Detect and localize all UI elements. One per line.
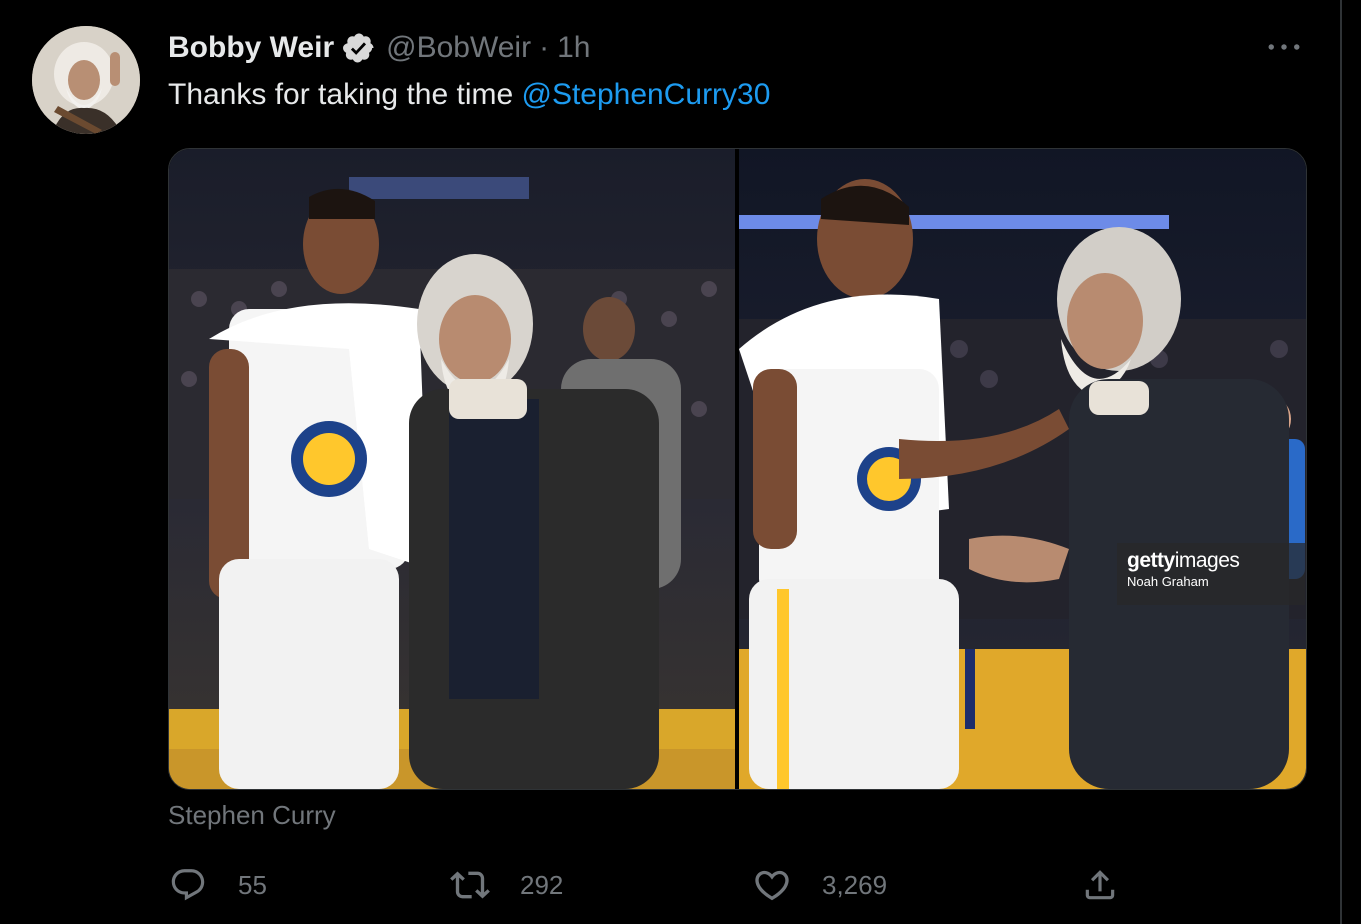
more-dots-icon[interactable] bbox=[1264, 30, 1304, 64]
retweet-button[interactable]: 292 bbox=[450, 862, 563, 908]
avatar-image bbox=[32, 26, 140, 134]
tweet-body: Thanks for taking the time bbox=[168, 78, 522, 111]
media-grid: gettyimages Noah Graham bbox=[168, 148, 1307, 790]
timestamp[interactable]: 1h bbox=[557, 31, 590, 65]
retweet-icon bbox=[450, 865, 490, 905]
action-bar: 55 292 3,269 bbox=[168, 862, 1128, 908]
like-button[interactable]: 3,269 bbox=[752, 862, 887, 908]
timeline-border bbox=[1340, 0, 1342, 924]
getty-brand-light: images bbox=[1174, 549, 1240, 572]
tagged-user[interactable]: Stephen Curry bbox=[168, 800, 336, 831]
photo-2[interactable]: gettyimages Noah Graham bbox=[739, 149, 1306, 789]
like-count: 3,269 bbox=[822, 869, 888, 900]
tweet[interactable]: Bobby Weir @BobWeir · 1h Thanks for taki… bbox=[0, 0, 1361, 924]
getty-brand: gettyimages bbox=[1127, 549, 1295, 573]
tweet-header: Bobby Weir @BobWeir · 1h bbox=[168, 26, 590, 70]
reply-count: 55 bbox=[238, 869, 267, 900]
reply-bubble-icon bbox=[168, 865, 208, 905]
photo-2-image bbox=[739, 149, 1306, 789]
display-name[interactable]: Bobby Weir bbox=[168, 31, 334, 65]
verified-badge-icon bbox=[342, 31, 376, 65]
getty-credit: Noah Graham bbox=[1127, 574, 1209, 589]
tweet-text: Thanks for taking the time @StephenCurry… bbox=[168, 78, 770, 112]
separator-dot: · bbox=[539, 31, 550, 64]
reply-button[interactable]: 55 bbox=[168, 862, 267, 908]
handle[interactable]: @BobWeir bbox=[386, 31, 531, 65]
retweet-count: 292 bbox=[520, 869, 564, 900]
heart-icon bbox=[752, 865, 792, 905]
photo-1[interactable] bbox=[169, 149, 735, 789]
getty-brand-bold: getty bbox=[1127, 549, 1175, 572]
mention-link[interactable]: @StephenCurry30 bbox=[522, 78, 771, 111]
share-button[interactable] bbox=[1080, 862, 1120, 908]
getty-watermark: gettyimages Noah Graham bbox=[1117, 543, 1305, 605]
photo-1-image bbox=[169, 149, 735, 789]
avatar[interactable] bbox=[32, 26, 140, 134]
share-upload-icon bbox=[1080, 865, 1120, 905]
